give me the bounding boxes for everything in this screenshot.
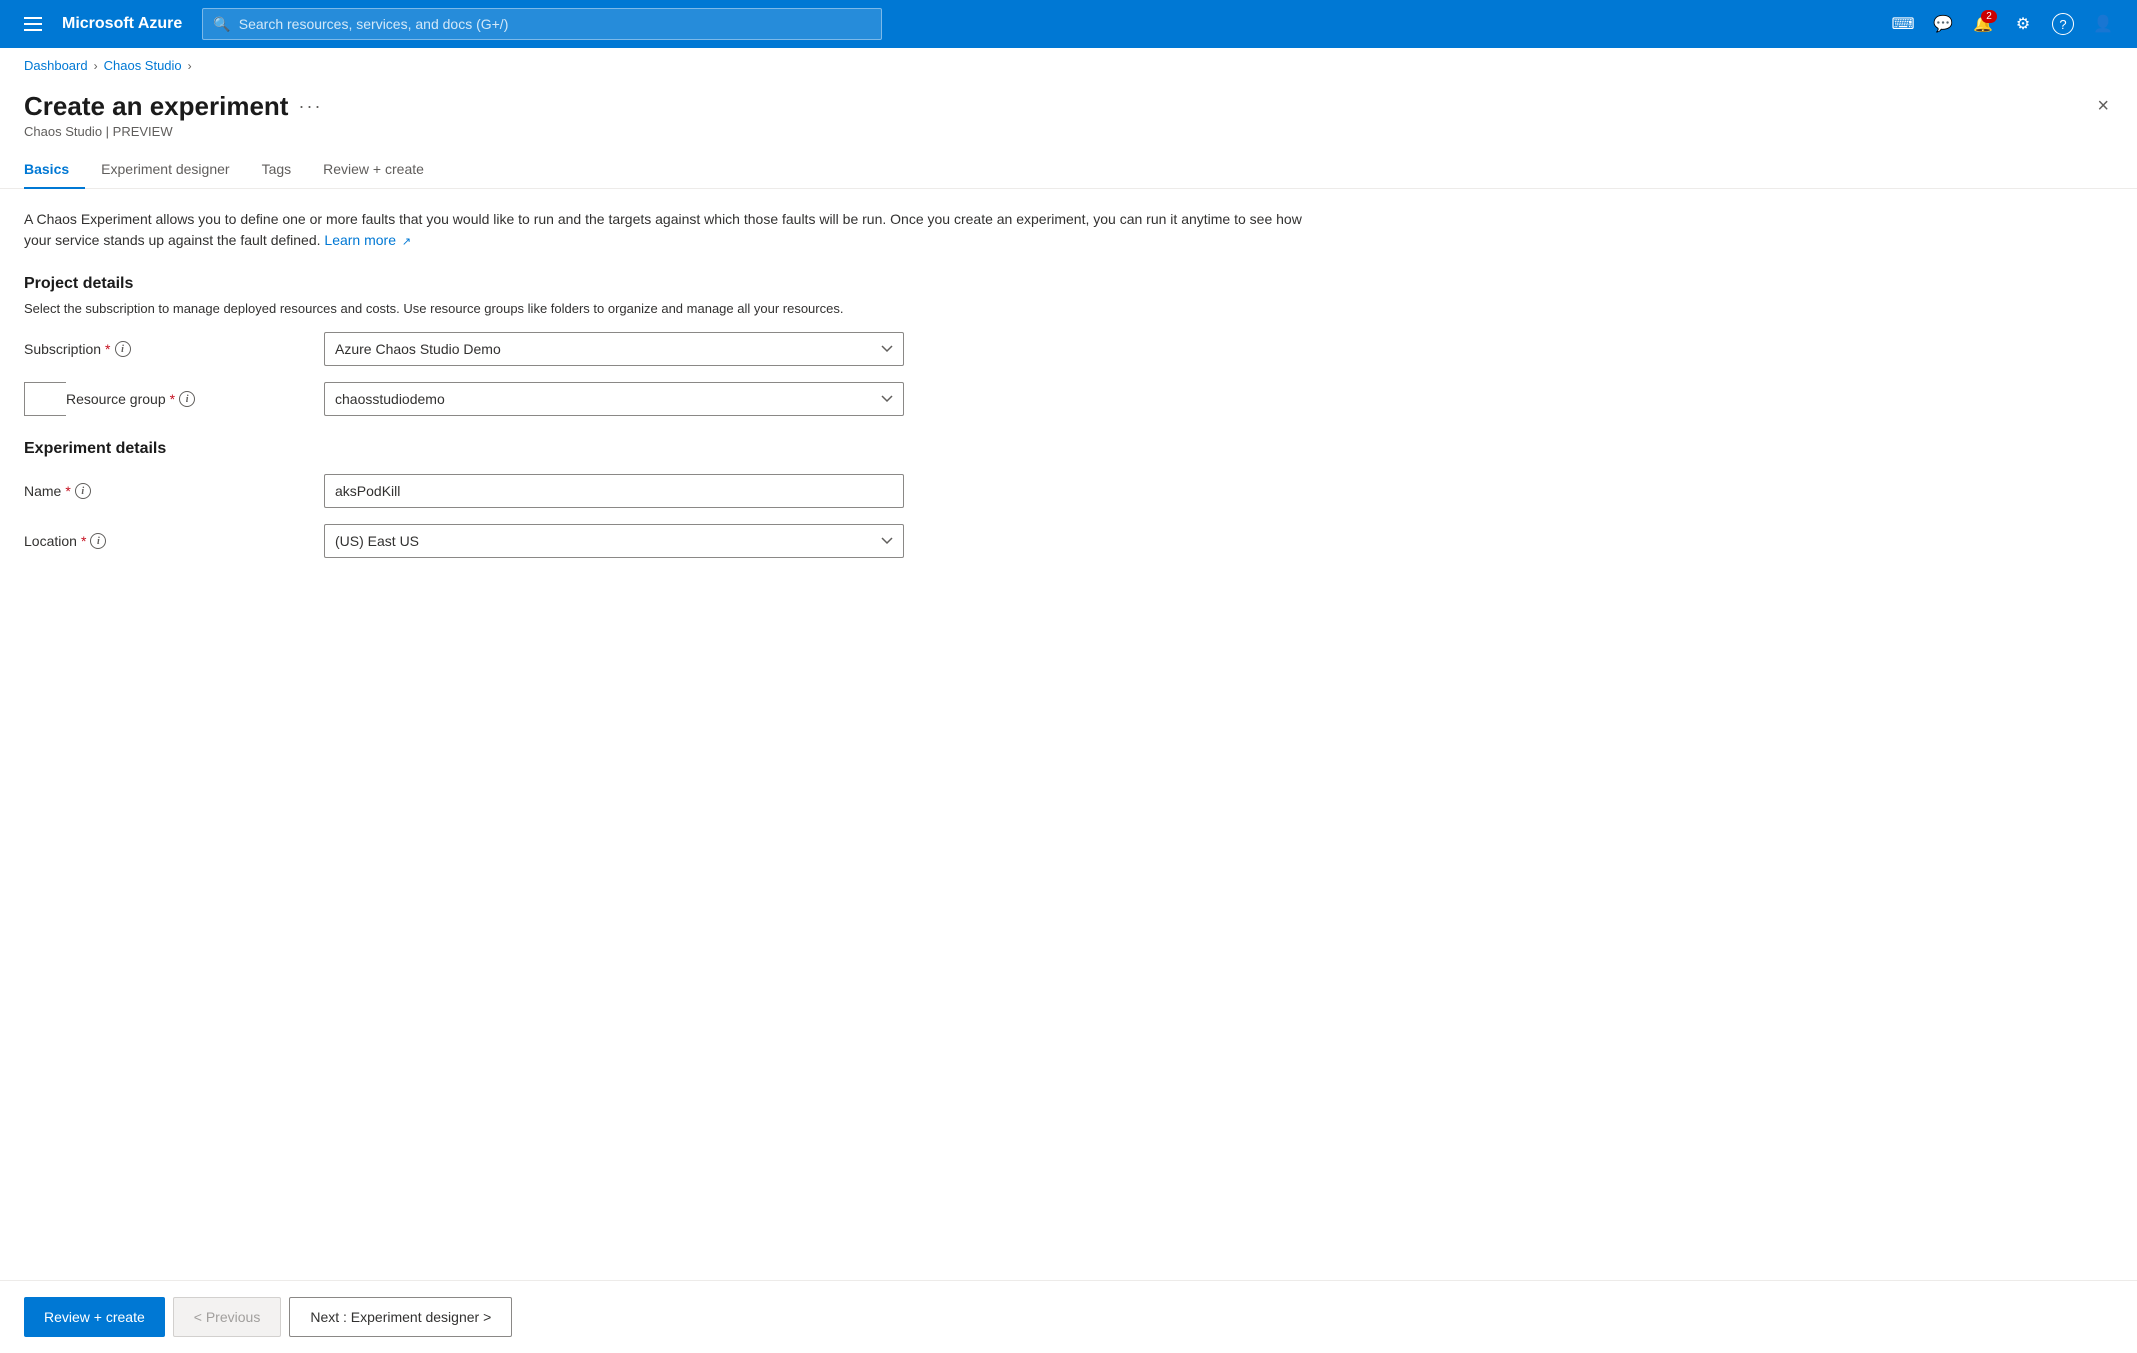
- search-input[interactable]: [239, 16, 872, 32]
- name-label: Name * i: [24, 483, 324, 499]
- close-button[interactable]: ×: [2093, 91, 2113, 122]
- location-control: (US) East US: [324, 524, 904, 558]
- page-subtitle: Chaos Studio | PREVIEW: [24, 124, 322, 139]
- resource-group-required-star: *: [170, 391, 175, 407]
- experiment-details-title: Experiment details: [24, 440, 2113, 458]
- cloud-shell-icon: ⌨: [1891, 14, 1914, 34]
- resource-group-field-group: Resource group * i chaosstudiodemo: [24, 382, 924, 416]
- previous-button[interactable]: < Previous: [173, 1297, 282, 1337]
- subscription-label: Subscription * i: [24, 341, 324, 357]
- page-header: Create an experiment ··· Chaos Studio | …: [0, 83, 2137, 139]
- settings-icon: ⚙: [2016, 14, 2030, 34]
- page-title-text: Create an experiment: [24, 91, 288, 122]
- breadcrumb: Dashboard › Chaos Studio ›: [0, 48, 2137, 83]
- learn-more-link[interactable]: Learn more ↗: [324, 232, 411, 248]
- project-details-desc: Select the subscription to manage deploy…: [24, 301, 2113, 316]
- subscription-field-group: Subscription * i Azure Chaos Studio Demo: [24, 332, 924, 366]
- account-button[interactable]: 👤: [2085, 6, 2121, 42]
- more-options-button[interactable]: ···: [298, 96, 322, 117]
- help-icon: ?: [2052, 13, 2074, 35]
- search-icon: 🔍: [213, 16, 230, 33]
- external-link-icon: ↗: [402, 236, 411, 248]
- name-input[interactable]: [324, 474, 904, 508]
- form-content: A Chaos Experiment allows you to define …: [0, 189, 2137, 1280]
- feedback-icon: 💬: [1933, 14, 1953, 34]
- breadcrumb-separator-1: ›: [94, 59, 98, 73]
- name-info-icon[interactable]: i: [75, 483, 91, 499]
- subscription-required-star: *: [105, 341, 110, 357]
- page-title-group: Create an experiment ··· Chaos Studio | …: [24, 91, 322, 139]
- section-divider: Experiment details: [24, 440, 2113, 458]
- review-create-button[interactable]: Review + create: [24, 1297, 165, 1337]
- breadcrumb-separator-2: ›: [188, 59, 192, 73]
- account-icon: 👤: [2093, 14, 2113, 34]
- info-text: A Chaos Experiment allows you to define …: [24, 209, 1304, 251]
- resource-group-control: chaosstudiodemo: [324, 382, 904, 416]
- project-details-title: Project details: [24, 275, 2113, 293]
- resource-group-link-box: [24, 382, 66, 416]
- resource-group-select[interactable]: chaosstudiodemo: [324, 382, 904, 416]
- resource-group-label-area: Resource group * i: [24, 382, 324, 416]
- topnav-icon-group: ⌨ 💬 🔔 2 ⚙ ? 👤: [1885, 6, 2121, 42]
- name-field-group: Name * i: [24, 474, 924, 508]
- subscription-control: Azure Chaos Studio Demo: [324, 332, 904, 366]
- tab-tags[interactable]: Tags: [246, 151, 308, 189]
- feedback-button[interactable]: 💬: [1925, 6, 1961, 42]
- azure-brand-logo: Microsoft Azure: [62, 15, 182, 33]
- help-button[interactable]: ?: [2045, 6, 2081, 42]
- main-content: Dashboard › Chaos Studio › Create an exp…: [0, 48, 2137, 1353]
- top-navigation: Microsoft Azure 🔍 ⌨ 💬 🔔 2 ⚙ ? 👤: [0, 0, 2137, 48]
- name-control: [324, 474, 904, 508]
- location-required-star: *: [81, 533, 86, 549]
- notifications-button[interactable]: 🔔 2: [1965, 6, 2001, 42]
- subscription-info-icon[interactable]: i: [115, 341, 131, 357]
- cloud-shell-button[interactable]: ⌨: [1885, 6, 1921, 42]
- subscription-select[interactable]: Azure Chaos Studio Demo: [324, 332, 904, 366]
- next-button[interactable]: Next : Experiment designer >: [289, 1297, 512, 1337]
- location-select[interactable]: (US) East US: [324, 524, 904, 558]
- breadcrumb-chaos-studio[interactable]: Chaos Studio: [104, 58, 182, 73]
- hamburger-menu-button[interactable]: [16, 9, 50, 39]
- tab-bar: Basics Experiment designer Tags Review +…: [0, 151, 2137, 189]
- breadcrumb-dashboard[interactable]: Dashboard: [24, 58, 88, 73]
- page-title: Create an experiment ···: [24, 91, 322, 122]
- footer-actions: Review + create < Previous Next : Experi…: [0, 1280, 2137, 1353]
- tab-review-create[interactable]: Review + create: [307, 151, 440, 189]
- location-label: Location * i: [24, 533, 324, 549]
- settings-button[interactable]: ⚙: [2005, 6, 2041, 42]
- location-info-icon[interactable]: i: [90, 533, 106, 549]
- resource-group-label-text: Resource group * i: [66, 391, 195, 407]
- notifications-badge: 2: [1981, 10, 1997, 23]
- global-search-box[interactable]: 🔍: [202, 8, 882, 40]
- name-required-star: *: [65, 483, 70, 499]
- resource-group-info-icon[interactable]: i: [179, 391, 195, 407]
- tab-experiment-designer[interactable]: Experiment designer: [85, 151, 245, 189]
- location-field-group: Location * i (US) East US: [24, 524, 924, 558]
- tab-basics[interactable]: Basics: [24, 151, 85, 189]
